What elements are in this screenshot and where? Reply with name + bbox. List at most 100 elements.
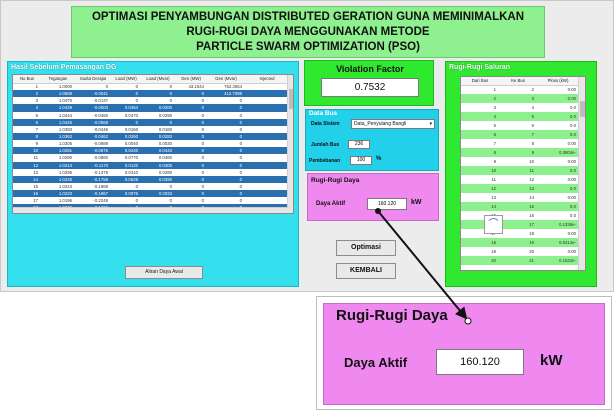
table-cell: 0.0283 bbox=[141, 132, 175, 141]
bus-results-table[interactable]: No Bus Tegangan Sudut Derajat Load (MW) Load… bbox=[12, 74, 294, 214]
table-row[interactable]: 8 9 0.3904e- bbox=[461, 148, 579, 157]
table-cell bbox=[245, 112, 289, 119]
table-row[interactable]: 2 1.0668 -0.0041 0 0 0 412.7098 bbox=[13, 90, 289, 98]
table-row[interactable]: 4 5 0.0 bbox=[461, 112, 579, 121]
table-row[interactable]: 5 1.0444 -0.0460 0.0470 0.0290 0 0 bbox=[13, 112, 289, 119]
zoomed-active-power-label: Daya Aktif bbox=[344, 355, 408, 370]
table-row[interactable]: 17 1.0196 -0.2249 0 0 0 0 bbox=[13, 197, 289, 204]
zoomed-power-loss-title: Rugi-Rugi Daya bbox=[336, 307, 448, 324]
table-cell: 8 bbox=[13, 132, 41, 141]
table-row[interactable]: 17180.00 bbox=[461, 229, 579, 238]
table-row[interactable]: 16 1.0223 -0.1967 0.0076 0.0033 0 0 bbox=[13, 190, 289, 198]
table-cell: 0 bbox=[207, 104, 245, 112]
table-row[interactable]: 19 20 0.00 bbox=[461, 247, 579, 256]
table-cell bbox=[245, 147, 289, 155]
data-system-select[interactable]: Data_Penyulang Bangli ▾ bbox=[351, 119, 435, 129]
table-cell: 0.0 bbox=[537, 184, 579, 193]
table-cell: 11 bbox=[499, 166, 537, 175]
table-row[interactable]: 18 19 0.0414e- bbox=[461, 238, 579, 247]
table-cell: 17 bbox=[33, 198, 38, 204]
line-loss-table[interactable]: Dari Bus Ke Bus Ploss (kW) 1 2 0.00 2 3 0.00 3 4 0… bbox=[460, 76, 586, 271]
table-row[interactable]: 9 10 0.00 bbox=[461, 157, 579, 166]
table-cell: 12 bbox=[461, 184, 499, 193]
table-cell: 0 bbox=[239, 169, 242, 175]
table-cell: 0 bbox=[169, 198, 172, 204]
optimize-button[interactable]: Optimasi bbox=[336, 240, 396, 256]
table-cell: 43.1544 bbox=[188, 84, 204, 90]
table-cell: 0 bbox=[105, 84, 108, 90]
scrollbar-thumb[interactable] bbox=[580, 101, 585, 117]
table-cell: 2 bbox=[531, 87, 534, 93]
table-row[interactable]: 11 12 0.00 bbox=[461, 175, 579, 184]
table-row[interactable]: 2 3 0.00 bbox=[461, 94, 579, 103]
page-title: OPTIMASI PENYAMBUNGAN DISTRIBUTED GERATI… bbox=[71, 6, 545, 58]
table-row[interactable]: 7 1.0393 -0.0446 0.0160 0.0160 0 0 bbox=[13, 126, 289, 133]
table-cell: 0.0160 bbox=[124, 126, 138, 132]
table-row[interactable]: 6 7 0.0 bbox=[461, 130, 579, 139]
table-row[interactable]: 10 1.0281 -0.0675 0.0240 0.0443 0 0 bbox=[13, 147, 289, 155]
table-row[interactable]: 7 8 0.00 bbox=[461, 139, 579, 148]
back-button[interactable]: KEMBALI bbox=[336, 263, 396, 279]
table-cell: 19 bbox=[491, 249, 496, 254]
table-cell: -0.1379 bbox=[93, 169, 108, 175]
table-row[interactable]: 1 1.0000 0 0 0 43.1544 762.3564 bbox=[13, 83, 289, 90]
table-row[interactable]: 5 6 0.0 bbox=[461, 121, 579, 130]
table-cell: 0 bbox=[207, 118, 245, 126]
table-row[interactable]: 13 14 0.00 bbox=[461, 193, 579, 202]
initial-power-flow-button[interactable]: Aliran Daya Awal bbox=[125, 266, 203, 279]
table-row[interactable]: 8 1.0362 -0.0462 0.0260 0.0283 0 0 bbox=[13, 132, 289, 141]
table-row[interactable]: 14 1.0226 -0.1758 0.0628 0.0390 0 0 bbox=[13, 175, 289, 183]
table-cell: 0 bbox=[207, 132, 245, 141]
table-cell: 0 bbox=[141, 118, 175, 126]
table-header-row: No Bus Tegangan Sudut Derajat Load (MW) Load… bbox=[13, 75, 289, 84]
active-power-value: 160.120 bbox=[367, 198, 407, 210]
vertical-scrollbar[interactable] bbox=[578, 77, 585, 270]
column-header: Gen (MW) bbox=[175, 75, 207, 84]
table-cell: 0.0040 bbox=[124, 141, 138, 147]
scrollbar-thumb[interactable] bbox=[289, 89, 293, 109]
table-cell: -0.0568 bbox=[75, 118, 111, 126]
table-cell: 1.0444 bbox=[58, 112, 72, 118]
table-cell: -0.0041 bbox=[75, 90, 111, 98]
table-cell: 18 bbox=[461, 238, 499, 247]
loading-field[interactable]: 100 bbox=[350, 156, 372, 165]
table-row[interactable]: 20 21 0.1522e- bbox=[461, 256, 579, 265]
table-row[interactable]: 15 1.0224 -0.1968 0 0 0 0 bbox=[13, 183, 289, 190]
table-row[interactable]: 11 1.0290 -0.0960 0.0770 0.0460 0 0 bbox=[13, 154, 289, 161]
table-row[interactable]: 1 2 0.00 bbox=[461, 85, 579, 94]
table-cell: 762.3564 bbox=[224, 84, 242, 90]
table-row[interactable]: 3 1.0470 -0.0137 0 0 0 0 bbox=[13, 97, 289, 104]
table-cell bbox=[245, 161, 289, 169]
table-cell: 0 bbox=[175, 132, 207, 141]
table-row[interactable]: 16170.1336e- bbox=[461, 220, 579, 229]
table-row[interactable]: 13 1.0295 -0.1379 0.0410 0.0280 0 0 bbox=[13, 169, 289, 176]
table-cell: 0.0628 bbox=[111, 175, 141, 183]
table-row[interactable]: 12 1.0213 -0.1170 0.0120 0.0300 0 0 bbox=[13, 161, 289, 169]
vertical-scrollbar[interactable] bbox=[287, 75, 293, 213]
table-cell: 18 bbox=[529, 231, 534, 236]
table-row[interactable]: 10 11 0.0 bbox=[461, 166, 579, 175]
table-row[interactable]: 3 4 0.0 bbox=[461, 103, 579, 112]
table-cell: 0 bbox=[239, 155, 242, 161]
table-cell: -0.2249 bbox=[93, 198, 108, 204]
table-cell: 9 bbox=[499, 148, 537, 157]
table-cell: 20 bbox=[461, 256, 499, 265]
table-row[interactable]: 12 13 0.0 bbox=[461, 184, 579, 193]
table-row[interactable]: 9 1.0305 -0.0689 0.0040 0.0030 0 0 bbox=[13, 140, 289, 147]
table-cell bbox=[245, 83, 289, 90]
bus-count-field[interactable]: 236 bbox=[348, 140, 370, 149]
table-row[interactable]: 14 15 0.0 bbox=[461, 202, 579, 211]
table-row[interactable]: 15160.0 bbox=[461, 211, 579, 220]
title-line-1: OPTIMASI PENYAMBUNGAN DISTRIBUTED GERATI… bbox=[91, 11, 525, 23]
table-cell: 13 bbox=[499, 184, 537, 193]
table-cell: 0.0 bbox=[537, 166, 579, 175]
table-cell: 2 bbox=[461, 94, 499, 103]
table-cell: 0 bbox=[207, 147, 245, 155]
table-cell: 0 bbox=[175, 175, 207, 183]
table-cell: 1.0213 bbox=[41, 161, 75, 169]
table-cell: 0.00 bbox=[567, 195, 576, 200]
horizontal-scrollbar[interactable] bbox=[13, 207, 289, 213]
table-row[interactable]: 4 1.0439 -0.0003 0.0464 0.0200 0 0 bbox=[13, 104, 289, 112]
table-cell: 0 bbox=[135, 184, 138, 190]
table-row[interactable]: 6 1.0426 -0.0568 0 0 0 0 bbox=[13, 118, 289, 126]
